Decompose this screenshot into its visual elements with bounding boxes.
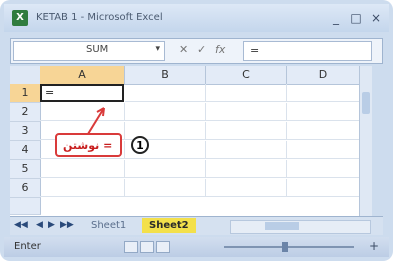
cell-c2[interactable] (206, 103, 287, 121)
cancel-icon[interactable]: ✕ (179, 43, 188, 56)
cell-b2[interactable] (125, 103, 206, 121)
formula-bar: SUM ▾ ✕ ✓ fx = (10, 38, 383, 64)
zoom-slider-thumb[interactable] (282, 242, 288, 252)
tab-sheet1[interactable]: Sheet1 (84, 218, 133, 233)
insert-function-icon[interactable]: fx (215, 43, 225, 56)
enter-icon[interactable]: ✓ (197, 43, 206, 56)
cell-d6[interactable] (287, 179, 360, 197)
row-header-4[interactable]: 4 (10, 141, 41, 160)
zoom-in-icon[interactable]: + (369, 239, 379, 253)
cell-c3[interactable] (206, 122, 287, 140)
column-header-a[interactable]: A (40, 66, 125, 85)
tab-sheet2[interactable]: Sheet2 (142, 218, 196, 233)
row-header-3[interactable]: 3 (10, 122, 41, 141)
first-sheet-icon[interactable]: ◀◀ (14, 220, 28, 230)
row-header-7[interactable] (10, 198, 41, 215)
close-button[interactable]: × (367, 10, 385, 26)
cell-b6[interactable] (125, 179, 206, 197)
cell-c5[interactable] (206, 160, 287, 178)
cell-b5[interactable] (125, 160, 206, 178)
status-mode: Enter (14, 241, 41, 252)
title-bar: X KETAB 1 - Microsoft Excel _ □ × (4, 4, 389, 32)
cell-d5[interactable] (287, 160, 360, 178)
zoom-slider[interactable] (224, 242, 354, 252)
horizontal-scrollbar[interactable] (230, 220, 371, 234)
formula-input[interactable]: = (243, 41, 372, 61)
column-header-c[interactable]: C (206, 66, 287, 85)
vertical-scrollbar[interactable] (359, 66, 372, 216)
select-all-button[interactable] (10, 66, 41, 85)
column-header-b[interactable]: B (125, 66, 206, 85)
cell-b1[interactable] (125, 84, 206, 102)
formula-value: = (250, 44, 260, 57)
name-box-value: SUM (86, 44, 109, 55)
maximize-button[interactable]: □ (347, 10, 365, 26)
row-header-1[interactable]: 1 (10, 84, 41, 103)
excel-window: X KETAB 1 - Microsoft Excel _ □ × SUM ▾ … (0, 0, 393, 261)
annotation-label-box: نوشتن = (55, 133, 122, 157)
annotation-callout: نوشتن = 1 (55, 133, 149, 161)
cell-a5[interactable] (40, 160, 125, 178)
annotation-label: نوشتن = (63, 139, 113, 152)
row-header-5[interactable]: 5 (10, 160, 41, 179)
cell-d3[interactable] (287, 122, 360, 140)
minimize-button[interactable]: _ (327, 10, 345, 26)
page-layout-view-icon[interactable] (140, 241, 154, 253)
horizontal-scroll-thumb[interactable] (265, 222, 299, 230)
cell-d1[interactable] (287, 84, 360, 102)
cell-a6[interactable] (40, 179, 125, 197)
next-sheet-icon[interactable]: ▶ (48, 220, 55, 230)
last-sheet-icon[interactable]: ▶▶ (60, 220, 74, 230)
active-cell-value: = (45, 86, 55, 99)
name-box[interactable]: SUM ▾ (13, 41, 165, 61)
cell-c6[interactable] (206, 179, 287, 197)
sheet-tabs-bar: ◀◀ ◀ ▶ ▶▶ Sheet1 Sheet2 (10, 216, 383, 235)
vertical-scroll-thumb[interactable] (362, 92, 370, 114)
chevron-down-icon[interactable]: ▾ (155, 44, 160, 54)
annotation-step-number: 1 (131, 136, 149, 154)
cell-c4[interactable] (206, 141, 287, 159)
normal-view-icon[interactable] (124, 241, 138, 253)
cell-d2[interactable] (287, 103, 360, 121)
cell-c1[interactable] (206, 84, 287, 102)
column-header-d[interactable]: D (287, 66, 360, 85)
annotation-arrow (87, 107, 105, 135)
prev-sheet-icon[interactable]: ◀ (36, 220, 43, 230)
page-break-view-icon[interactable] (156, 241, 170, 253)
status-bar: Enter + (4, 237, 389, 257)
window-title: KETAB 1 - Microsoft Excel (36, 12, 163, 23)
excel-logo-icon: X (12, 10, 28, 26)
row-header-2[interactable]: 2 (10, 103, 41, 122)
cell-d4[interactable] (287, 141, 360, 159)
row-header-6[interactable]: 6 (10, 179, 41, 198)
